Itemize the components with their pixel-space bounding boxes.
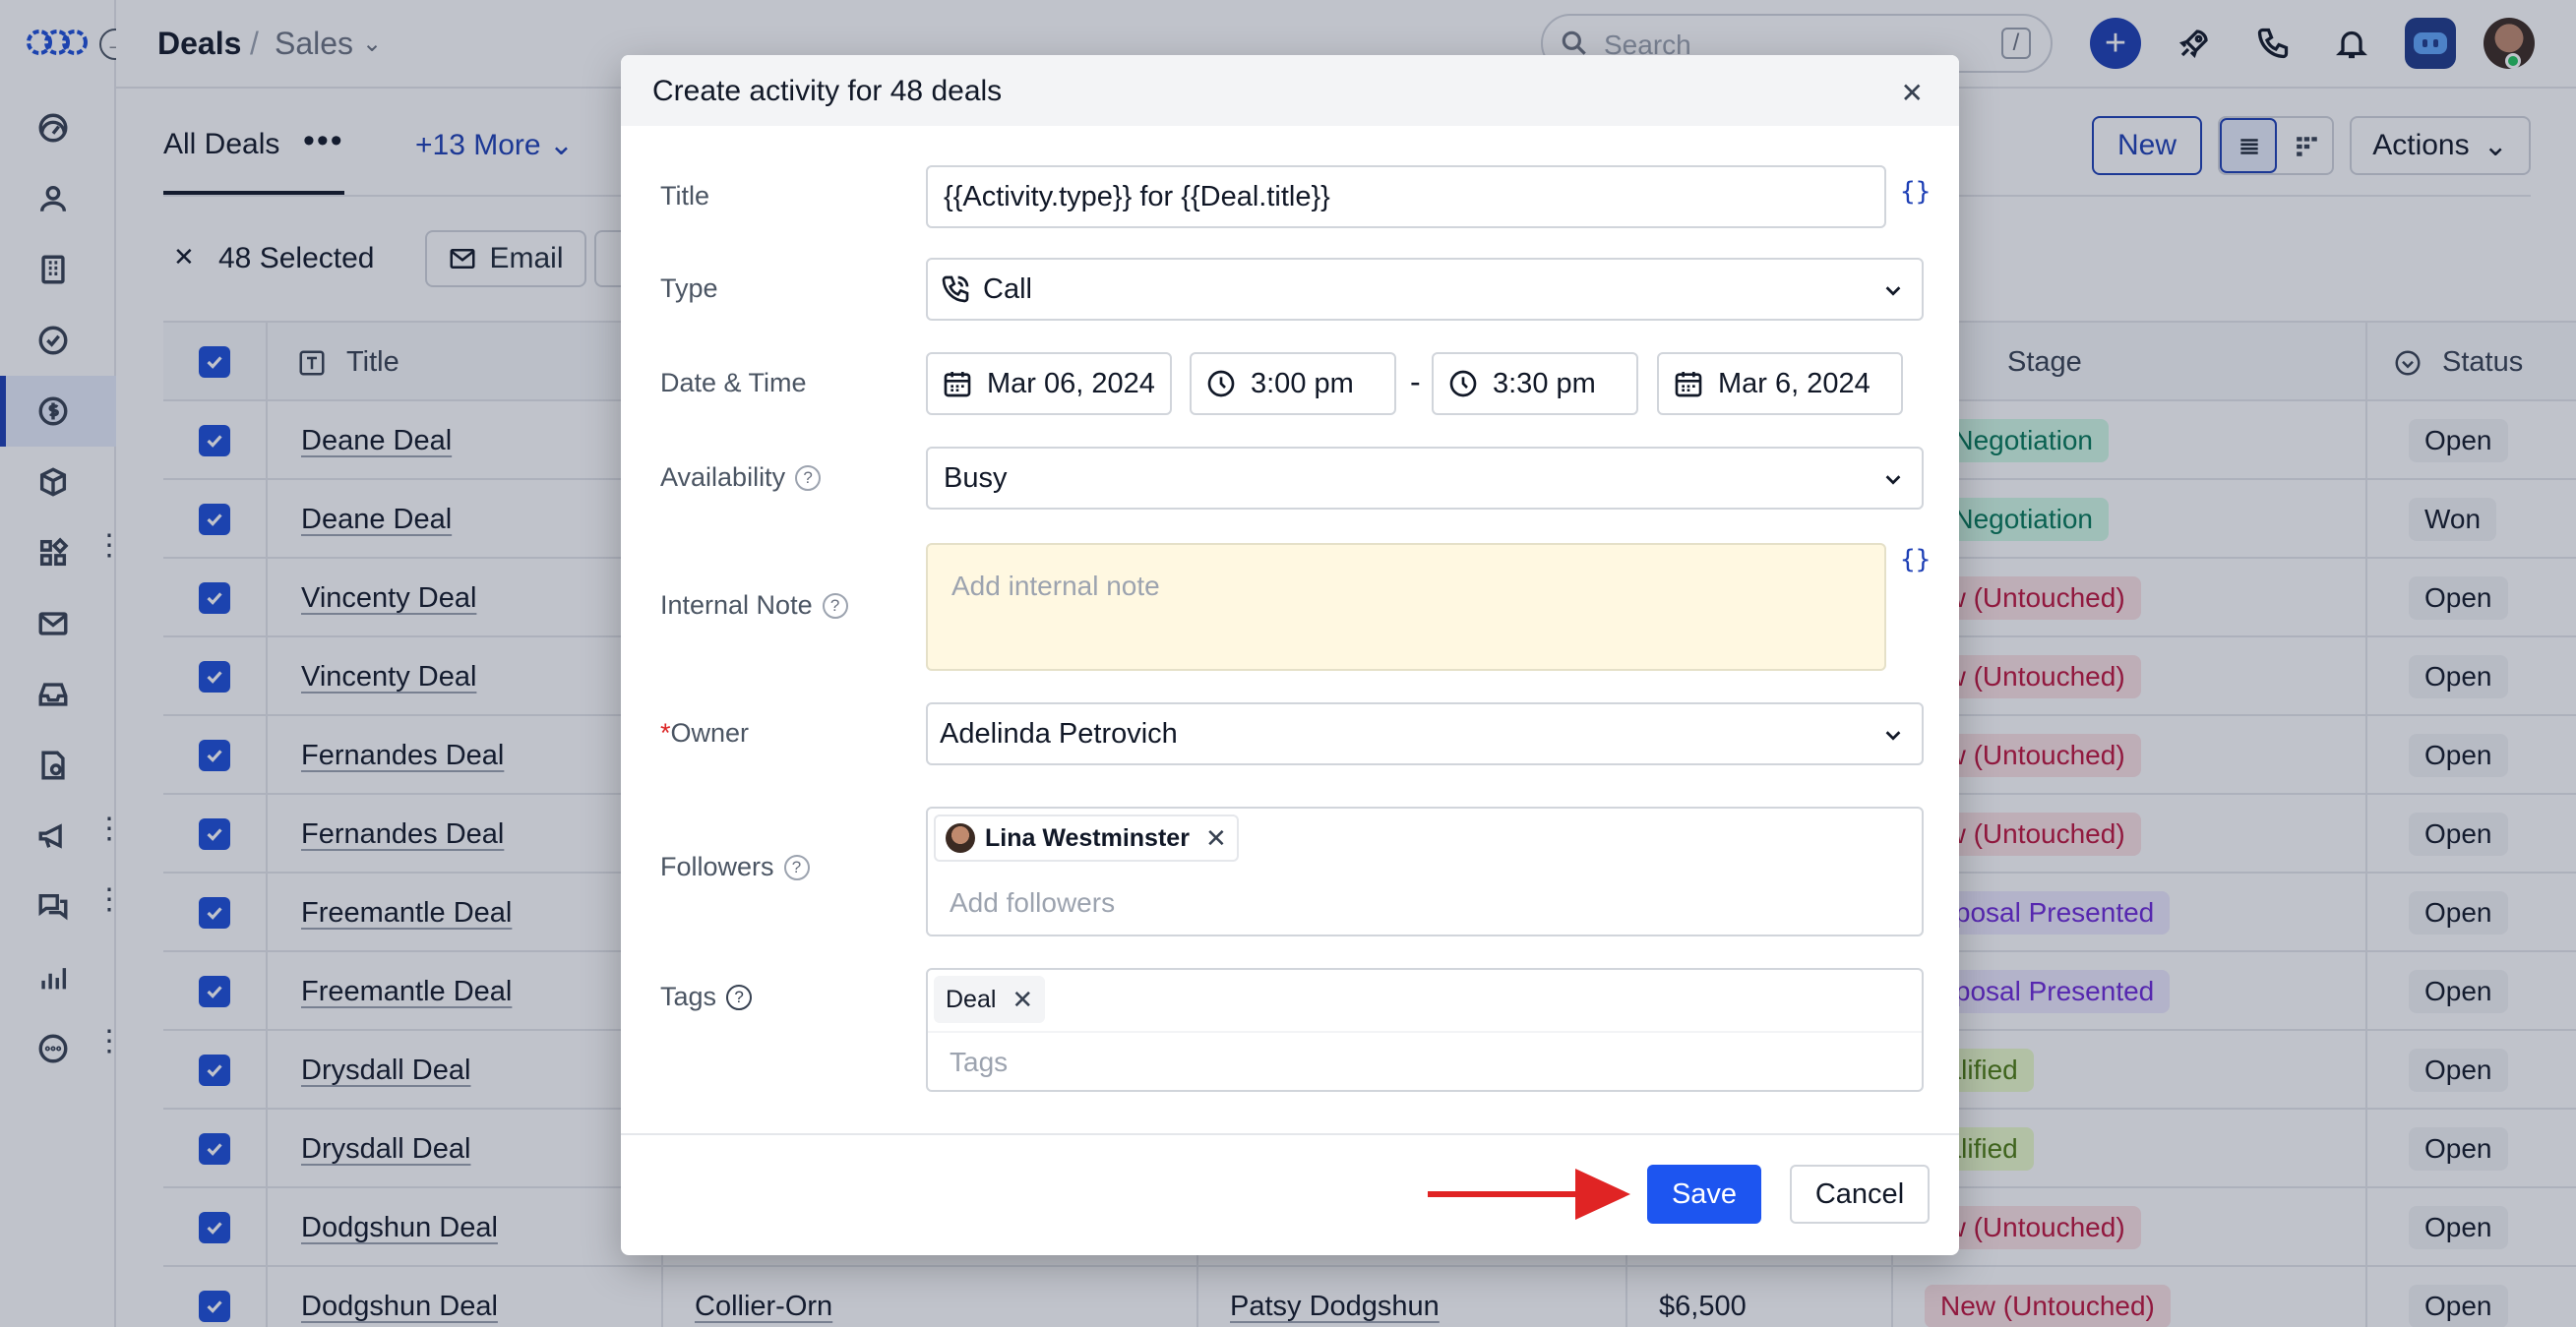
- owner-label: *Owner: [660, 718, 749, 749]
- note-merge-fields-icon[interactable]: {}: [1900, 545, 1931, 574]
- owner-label-text: *Owner: [660, 718, 749, 749]
- title-input-value: {{Activity.type}} for {{Deal.title}}: [944, 181, 1330, 212]
- help-icon[interactable]: ?: [822, 592, 848, 619]
- start-date-input[interactable]: Mar 06, 2024: [926, 352, 1172, 415]
- follower-chip: Lina Westminster ✕: [934, 814, 1239, 862]
- chevron-down-icon: [1885, 731, 1901, 741]
- followers-label: Followers ?: [660, 852, 810, 882]
- help-icon[interactable]: ?: [795, 464, 822, 491]
- close-icon[interactable]: ✕: [1901, 77, 1924, 109]
- end-date-input[interactable]: Mar 6, 2024: [1657, 352, 1903, 415]
- time-range-separator: -: [1410, 364, 1421, 399]
- type-select-value: Call: [983, 273, 1032, 305]
- title-input[interactable]: {{Activity.type}} for {{Deal.title}}: [926, 165, 1886, 228]
- calendar-icon: [944, 372, 971, 397]
- chevron-down-icon: [1885, 286, 1901, 296]
- modal-header: Create activity for 48 deals ✕: [621, 55, 1959, 126]
- followers-label-text: Followers: [660, 852, 774, 881]
- availability-label: Availability ?: [660, 462, 822, 493]
- tags-label-text: Tags: [660, 982, 717, 1011]
- datetime-label-text: Date & Time: [660, 368, 807, 397]
- start-date-value: Mar 06, 2024: [987, 368, 1155, 399]
- internal-note-label: Internal Note ?: [660, 590, 848, 621]
- end-time-value: 3:30 pm: [1493, 368, 1596, 399]
- remove-follower-icon[interactable]: ✕: [1205, 823, 1227, 854]
- availability-select[interactable]: Busy: [926, 447, 1924, 510]
- availability-value: Busy: [944, 462, 1008, 494]
- required-mark: *: [660, 718, 671, 748]
- create-activity-modal: Create activity for 48 deals ✕ Title {{A…: [621, 55, 1959, 1255]
- follower-chip-name: Lina Westminster: [985, 823, 1190, 852]
- title-merge-fields-icon[interactable]: {}: [1900, 177, 1931, 207]
- end-time-input[interactable]: 3:30 pm: [1432, 352, 1638, 415]
- followers-placeholder: Add followers: [950, 887, 1116, 918]
- tags-divider: [928, 1031, 1922, 1033]
- owner-select[interactable]: Adelinda Petrovich: [926, 702, 1924, 765]
- internal-note-placeholder: Add internal note: [951, 571, 1160, 601]
- type-label-text: Type: [660, 273, 718, 303]
- end-date-value: Mar 6, 2024: [1718, 368, 1871, 399]
- help-icon[interactable]: ?: [726, 984, 753, 1010]
- tags-input[interactable]: Deal ✕ Tags: [926, 968, 1924, 1092]
- tags-label: Tags ?: [660, 982, 753, 1012]
- phone-call-icon: [942, 275, 969, 303]
- clock-icon: [1449, 370, 1477, 397]
- start-time-value: 3:00 pm: [1251, 368, 1354, 399]
- title-label-text: Title: [660, 181, 710, 211]
- owner-value: Adelinda Petrovich: [940, 718, 1178, 750]
- owner-label-name: Owner: [670, 718, 750, 748]
- annotation-arrow-icon: [1428, 1169, 1630, 1220]
- tags-placeholder: Tags: [950, 1047, 1009, 1077]
- clock-icon: [1207, 370, 1235, 397]
- tag-chip: Deal ✕: [934, 976, 1046, 1023]
- type-label: Type: [660, 273, 718, 304]
- modal-footer-divider: [621, 1133, 1959, 1135]
- internal-note-label-text: Internal Note: [660, 590, 813, 620]
- internal-note-input[interactable]: Add internal note: [926, 543, 1886, 671]
- calendar-icon: [1675, 372, 1702, 397]
- avatar: [946, 823, 975, 853]
- followers-input[interactable]: Lina Westminster ✕ Add followers: [926, 807, 1924, 936]
- save-button[interactable]: Save: [1647, 1165, 1761, 1224]
- help-icon[interactable]: ?: [783, 854, 810, 880]
- availability-label-text: Availability: [660, 462, 786, 492]
- remove-tag-icon[interactable]: ✕: [1012, 985, 1033, 1015]
- cancel-button[interactable]: Cancel: [1790, 1165, 1930, 1224]
- datetime-label: Date & Time: [660, 368, 807, 398]
- type-select[interactable]: Call: [926, 258, 1924, 321]
- title-label: Title: [660, 181, 709, 211]
- start-time-input[interactable]: 3:00 pm: [1190, 352, 1396, 415]
- chevron-down-icon: [1885, 475, 1901, 485]
- modal-title: Create activity for 48 deals: [652, 75, 1003, 107]
- tag-chip-label: Deal: [946, 985, 997, 1013]
